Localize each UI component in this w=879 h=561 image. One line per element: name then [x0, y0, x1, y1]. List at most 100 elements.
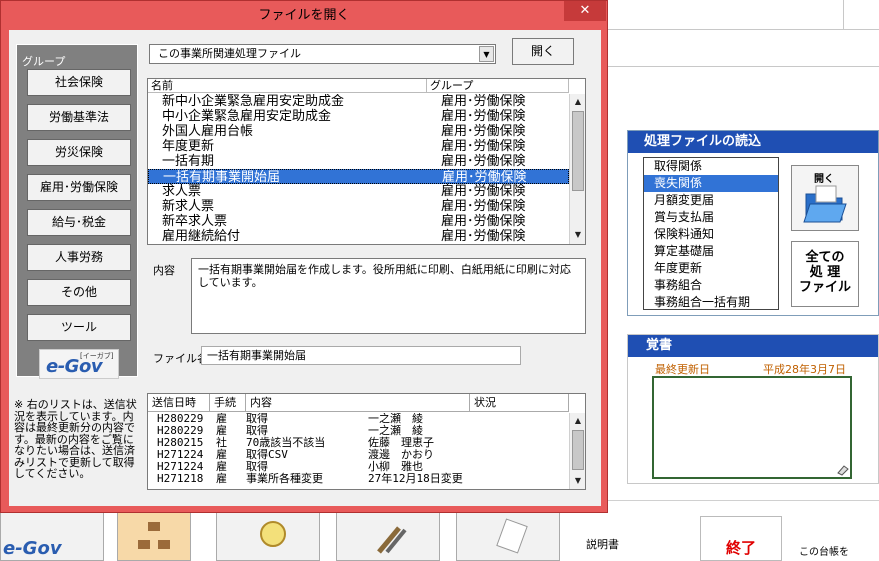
search-button[interactable] [216, 511, 320, 561]
history-row[interactable]: H280229 雇取得 一之瀬 綾 [148, 413, 569, 425]
scroll-up-arrow-icon[interactable]: ▲ [570, 413, 586, 429]
flowchart-button[interactable] [117, 511, 191, 561]
file-list: 名前 グループ 新中小企業緊急雇用安定助成金 雇用･労働保険 中小企業緊急雇用安定助… [147, 78, 586, 245]
folder-icon [803, 185, 847, 223]
exit-button[interactable]: 終了 [700, 516, 782, 561]
file-name-cell: 外国人雇用台帳 [162, 124, 254, 139]
memo-title: 覚書 [628, 335, 878, 357]
all-files-label-3: ファイル [798, 280, 851, 295]
file-list-row[interactable]: 雇用継続給付 雇用･労働保険 [148, 229, 569, 244]
memo-textarea[interactable] [652, 376, 852, 479]
file-group-cell: 雇用･労働保険 [441, 109, 526, 124]
background-toolbar [608, 0, 879, 30]
history-header-date[interactable]: 送信日時 [148, 394, 210, 412]
file-group-cell: 雇用･労働保険 [441, 229, 526, 244]
file-name-cell: 新卒求人票 [162, 214, 228, 229]
processing-list-item[interactable]: 算定基礎届 [644, 243, 778, 260]
processing-list-item[interactable]: 事務組合 [644, 277, 778, 294]
egov-toolbar-button[interactable]: e-Gov [0, 511, 104, 561]
file-list-row[interactable]: 新求人票 雇用･労働保険 [148, 199, 569, 214]
group-button[interactable]: 雇用･労働保険 [27, 174, 131, 201]
flowchart-icon [138, 522, 170, 549]
processing-file-panel: 処理ファイルの読込 取得関係 喪失関係 月額変更届 賞与支払届 保険料通知 算定基礎届 年度… [627, 130, 879, 316]
dialog-body: グループ 社会保険 労働基準法 労災保険 雇用･労働保険 給与･税金 人事労務 その他 ツール… [9, 30, 601, 506]
processing-list-item[interactable]: 喪失関係 [644, 175, 778, 192]
memo-updated-label: 最終更新日 [655, 363, 710, 376]
file-name-cell: 一括有期事業開始届 [163, 170, 281, 185]
processing-list-item[interactable]: 賞与支払届 [644, 209, 778, 226]
description-text: 一括有期事業開始届を作成します。役所用紙に印刷、白紙用紙に印刷に対応しています。 [191, 258, 586, 334]
processing-list-item[interactable]: 年度更新 [644, 260, 778, 277]
file-group-cell: 雇用･労働保険 [441, 124, 526, 139]
history-row[interactable]: H271224 雇取得 小柳 雅也 [148, 461, 569, 473]
scroll-thumb[interactable] [572, 111, 584, 191]
column-header-name[interactable]: 名前 [148, 79, 427, 93]
history-rows: H280229 雇取得 一之瀬 綾 H280229 雇取得 一之瀬 綾 H280215 社 70… [148, 413, 569, 490]
all-files-label-1: 全ての [805, 250, 845, 265]
processing-panel-title: 処理ファイルの読込 [628, 131, 878, 153]
divider [608, 66, 879, 67]
file-list-row[interactable]: 中小企業緊急雇用安定助成金 雇用･労働保険 [148, 109, 569, 124]
processing-list-item[interactable]: 事務組合一括有期 [644, 294, 778, 309]
group-button[interactable]: 労災保険 [27, 139, 131, 166]
processing-list-item[interactable]: 取得関係 [644, 158, 778, 175]
group-button[interactable]: 労働基準法 [27, 104, 131, 131]
tools-icon [377, 526, 407, 554]
tools-button[interactable] [336, 511, 440, 561]
ledger-label: この台帳を [799, 547, 849, 558]
print-button[interactable] [456, 511, 560, 561]
all-files-button[interactable]: 全ての 処 理 ファイル [791, 241, 859, 307]
file-list-row[interactable]: 求人票 雇用･労働保険 [148, 184, 569, 199]
file-name-cell: 一括有期 [162, 154, 215, 169]
file-list-row[interactable]: 外国人雇用台帳 雇用･労働保険 [148, 124, 569, 139]
file-list-scrollbar[interactable]: ▲ ▼ [569, 94, 585, 244]
processing-list-item[interactable]: 保険料通知 [644, 226, 778, 243]
memo-updated-date: 平成28年3月7日 [763, 363, 846, 376]
file-list-row[interactable]: 新卒求人票 雇用･労働保険 [148, 214, 569, 229]
open-button[interactable]: 開く [512, 38, 574, 65]
history-row[interactable]: H271218 雇 事業所各種変更 27年12月18日変更 [148, 473, 569, 485]
egov-logo: e-Gov [46, 356, 103, 377]
group-button[interactable]: 人事労務 [27, 244, 131, 271]
history-header-status[interactable]: 状況 [470, 394, 569, 412]
group-button[interactable]: ツール [27, 314, 131, 341]
history-header-content[interactable]: 内容 [246, 394, 470, 412]
processing-file-list[interactable]: 取得関係 喪失関係 月額変更届 賞与支払届 保険料通知 算定基礎届 年度更新 事務組合 事務組合… [643, 157, 779, 310]
egov-button[interactable]: [イーガブ] e-Gov [39, 349, 119, 379]
group-button[interactable]: 給与･税金 [27, 209, 131, 236]
file-name-cell: 新求人票 [162, 199, 215, 214]
description-label: 内容 [153, 264, 175, 277]
file-list-row[interactable]: 一括有期 雇用･労働保険 [148, 154, 569, 169]
scroll-up-arrow-icon[interactable]: ▲ [570, 94, 586, 110]
scroll-thumb[interactable] [572, 430, 584, 470]
close-icon[interactable]: ✕ [564, 1, 606, 21]
scroll-down-arrow-icon[interactable]: ▼ [570, 473, 586, 489]
file-group-cell: 雇用･労働保険 [442, 170, 527, 185]
file-name-cell: 新中小企業緊急雇用安定助成金 [162, 94, 345, 109]
file-list-row[interactable]: 新中小企業緊急雇用安定助成金 雇用･労働保険 [148, 94, 569, 109]
group-button[interactable]: その他 [27, 279, 131, 306]
processing-list-item[interactable]: 月額変更届 [644, 192, 778, 209]
column-header-group[interactable]: グループ [427, 79, 569, 93]
history-scrollbar[interactable]: ▲ ▼ [569, 413, 585, 489]
file-scope-select[interactable]: この事業所関連処理ファイル ▼ [149, 44, 496, 64]
eraser-icon[interactable] [836, 464, 850, 476]
history-row[interactable]: H271224 雇取得CSV 渡邊 かおり [148, 449, 569, 461]
history-header-procedure[interactable]: 手続 [210, 394, 246, 412]
filename-field[interactable]: 一括有期事業開始届 [201, 346, 521, 365]
divider [843, 0, 844, 30]
scroll-down-arrow-icon[interactable]: ▼ [570, 227, 586, 243]
group-button[interactable]: 社会保険 [27, 69, 131, 96]
open-file-dialog: ファイルを開く ✕ グループ 社会保険 労働基準法 労災保険 雇用･労働保険 給与･税金… [0, 0, 608, 513]
file-list-row[interactable]: 年度更新 雇用･労働保険 [148, 139, 569, 154]
chevron-down-icon[interactable]: ▼ [479, 46, 494, 62]
file-group-cell: 雇用･労働保険 [441, 199, 526, 214]
processing-open-button[interactable]: 開く [791, 165, 859, 231]
file-list-row[interactable]: 一括有期事業開始届 雇用･労働保険 [148, 169, 569, 185]
history-row[interactable]: H280229 雇取得 一之瀬 綾 [148, 425, 569, 437]
history-person-cell: 27年12月18日変更 [368, 472, 463, 485]
document-hand-icon [496, 518, 528, 554]
history-row[interactable]: H280215 社 70歳該当不該当 佐藤 理恵子 [148, 437, 569, 449]
manual-button[interactable]: 説明書 [586, 536, 619, 552]
file-name-cell: 求人票 [162, 184, 202, 199]
